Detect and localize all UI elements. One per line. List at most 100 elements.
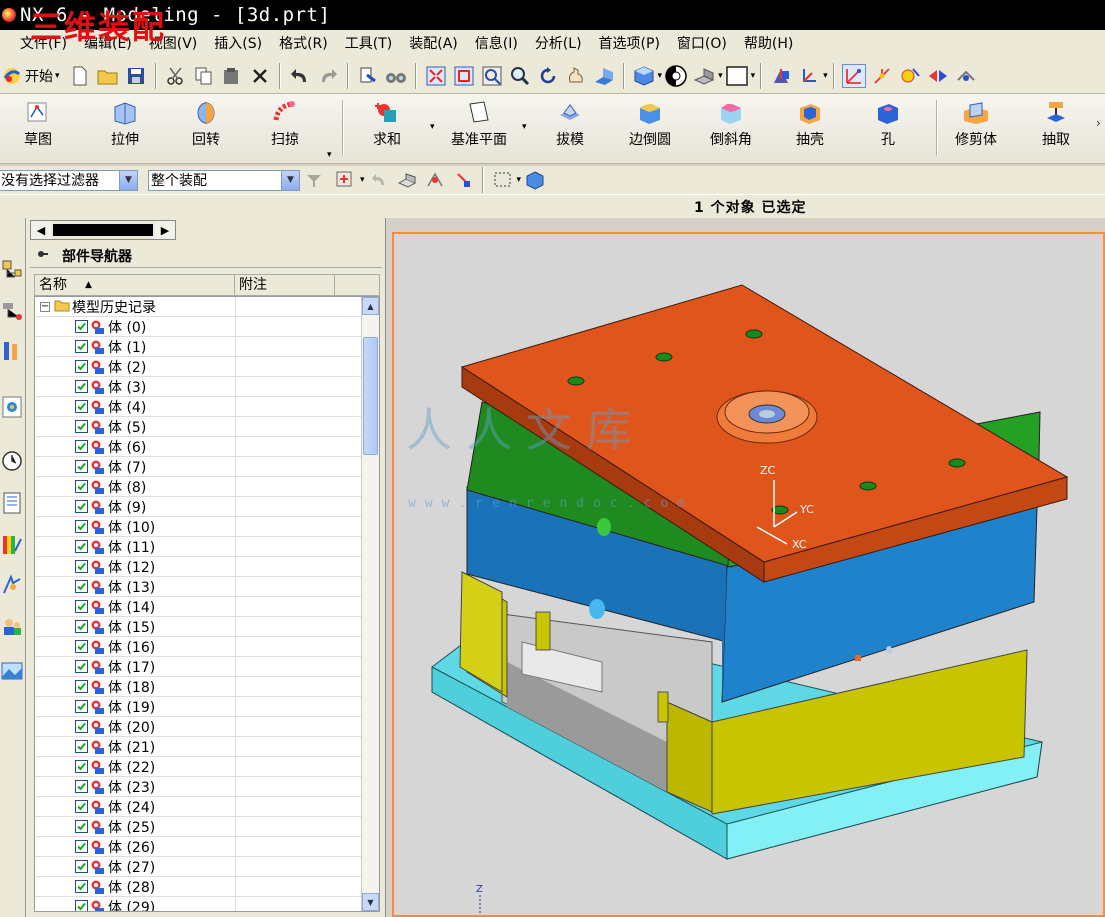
snap-point-icon[interactable] xyxy=(334,168,358,192)
snap-curve-icon[interactable] xyxy=(870,64,894,88)
checkbox-icon[interactable] xyxy=(75,400,88,413)
edge-blend-button[interactable]: 边倒圆 xyxy=(624,94,676,164)
checkbox-icon[interactable] xyxy=(75,380,88,393)
tree-row[interactable]: 体 (25) xyxy=(35,817,361,837)
graphics-window[interactable]: ZC YC XC Z 人人文库 www.renrendoc.com xyxy=(392,232,1105,917)
chamfer-button[interactable]: 倒斜角 xyxy=(705,94,757,164)
checkbox-icon[interactable] xyxy=(75,680,88,693)
tree-row[interactable]: 体 (8) xyxy=(35,477,361,497)
sketch-button[interactable]: 草图 xyxy=(18,94,58,164)
constraint-navigator-tab[interactable] xyxy=(0,296,24,326)
mold-assembly-model[interactable]: ZC YC XC Z xyxy=(394,234,1103,915)
tree-row[interactable]: 体 (20) xyxy=(35,717,361,737)
checkbox-icon[interactable] xyxy=(75,520,88,533)
checkbox-icon[interactable] xyxy=(75,820,88,833)
tree-row[interactable]: 体 (19) xyxy=(35,697,361,717)
tree-row[interactable]: 体 (18) xyxy=(35,677,361,697)
tree-row[interactable]: 体 (29) xyxy=(35,897,361,911)
select-face-icon[interactable] xyxy=(423,168,447,192)
tree-row[interactable]: 体 (2) xyxy=(35,357,361,377)
zoom-icon[interactable] xyxy=(508,64,532,88)
tree-row[interactable]: 体 (14) xyxy=(35,597,361,617)
extrude-button[interactable]: 拉伸 xyxy=(105,94,145,164)
command-finder-icon[interactable] xyxy=(356,64,380,88)
wcs-icon[interactable] xyxy=(797,64,821,88)
rotate-icon[interactable] xyxy=(536,64,560,88)
delete-icon[interactable] xyxy=(248,64,272,88)
feature-selection-icon[interactable] xyxy=(451,168,475,192)
solid-body-filter-icon[interactable] xyxy=(523,168,547,192)
checkbox-icon[interactable] xyxy=(75,540,88,553)
palette-tab[interactable] xyxy=(0,656,24,686)
tree-row[interactable]: 体 (4) xyxy=(35,397,361,417)
tree-row[interactable]: 体 (6) xyxy=(35,437,361,457)
toolbar-overflow-icon[interactable]: › xyxy=(1096,116,1101,130)
pan-icon[interactable] xyxy=(564,64,588,88)
save-icon[interactable] xyxy=(124,64,148,88)
part-navigator-tab[interactable] xyxy=(0,336,24,366)
fit-view-icon[interactable] xyxy=(424,64,448,88)
redo-icon[interactable] xyxy=(316,64,340,88)
datum-plane-button[interactable]: 基准平面 xyxy=(446,94,512,164)
snap-arc-center-icon[interactable] xyxy=(954,64,978,88)
perspective-icon[interactable] xyxy=(592,64,616,88)
menu-information[interactable]: 信息(I) xyxy=(467,30,527,58)
trim-body-button[interactable]: 修剪体 xyxy=(948,94,1004,164)
chevron-right-icon[interactable]: ▶ xyxy=(155,221,175,239)
checkbox-icon[interactable] xyxy=(75,600,88,613)
tree-row[interactable]: 体 (9) xyxy=(35,497,361,517)
unite-dropdown-arrow[interactable]: ▾ xyxy=(430,122,435,132)
menu-window[interactable]: 窗口(O) xyxy=(669,30,736,58)
tree-row[interactable]: 体 (27) xyxy=(35,857,361,877)
orient-view-icon[interactable] xyxy=(632,64,656,88)
selection-scope-select[interactable]: 整个装配 ▼ xyxy=(148,169,300,191)
select-all-icon[interactable] xyxy=(395,168,419,192)
menu-help[interactable]: 帮助(H) xyxy=(736,30,802,58)
menu-format[interactable]: 格式(R) xyxy=(271,30,337,58)
tree-row[interactable]: 体 (7) xyxy=(35,457,361,477)
new-file-icon[interactable] xyxy=(68,64,92,88)
open-folder-icon[interactable] xyxy=(96,64,120,88)
extract-button[interactable]: 抽取 xyxy=(1036,94,1076,164)
tree-row[interactable]: 体 (26) xyxy=(35,837,361,857)
undo-selection-icon[interactable] xyxy=(367,168,391,192)
sweep-dropdown-arrow[interactable]: ▾ xyxy=(327,150,332,160)
pin-icon[interactable] xyxy=(36,248,48,264)
checkbox-icon[interactable] xyxy=(75,900,88,911)
web-browser-tab[interactable] xyxy=(0,570,24,600)
checkbox-icon[interactable] xyxy=(75,320,88,333)
unite-button[interactable]: 求和 xyxy=(367,94,407,164)
tree-row[interactable]: 体 (1) xyxy=(35,337,361,357)
menu-analysis[interactable]: 分析(L) xyxy=(527,30,591,58)
draft-button[interactable]: 拔模 xyxy=(550,94,590,164)
history-tab[interactable] xyxy=(0,446,24,476)
background-color-icon[interactable] xyxy=(725,64,749,88)
snap-midpoint-icon[interactable] xyxy=(898,64,922,88)
resource-scroll[interactable]: ◀ ▶ xyxy=(30,220,176,240)
tree-row[interactable]: 体 (28) xyxy=(35,877,361,897)
checkbox-icon[interactable] xyxy=(75,740,88,753)
scroll-up-icon[interactable]: ▲ xyxy=(362,297,379,315)
checkbox-icon[interactable] xyxy=(75,420,88,433)
type-filter-select[interactable]: 没有选择过滤器 ▼ xyxy=(0,169,138,191)
checkbox-icon[interactable] xyxy=(75,620,88,633)
assembly-navigator-tab[interactable] xyxy=(0,256,24,286)
tree-row[interactable]: 体 (16) xyxy=(35,637,361,657)
zoom-area-icon[interactable] xyxy=(480,64,504,88)
zoom-window-icon[interactable] xyxy=(452,64,476,88)
tree-row[interactable]: 体 (3) xyxy=(35,377,361,397)
checkbox-icon[interactable] xyxy=(75,360,88,373)
paste-icon[interactable] xyxy=(220,64,244,88)
reuse-library-tab[interactable] xyxy=(0,392,24,422)
hole-button[interactable]: 孔 xyxy=(868,94,908,164)
tree-root-row[interactable]: − 模型历史记录 xyxy=(35,297,361,317)
menu-insert[interactable]: 插入(S) xyxy=(206,30,271,58)
sweep-button[interactable]: 扫掠 xyxy=(265,94,305,164)
checkbox-icon[interactable] xyxy=(75,480,88,493)
checkbox-icon[interactable] xyxy=(75,340,88,353)
scroll-down-icon[interactable]: ▼ xyxy=(362,893,379,911)
checkbox-icon[interactable] xyxy=(75,660,88,673)
checkbox-icon[interactable] xyxy=(75,700,88,713)
undo-icon[interactable] xyxy=(288,64,312,88)
rectangle-select-icon[interactable] xyxy=(491,168,515,192)
